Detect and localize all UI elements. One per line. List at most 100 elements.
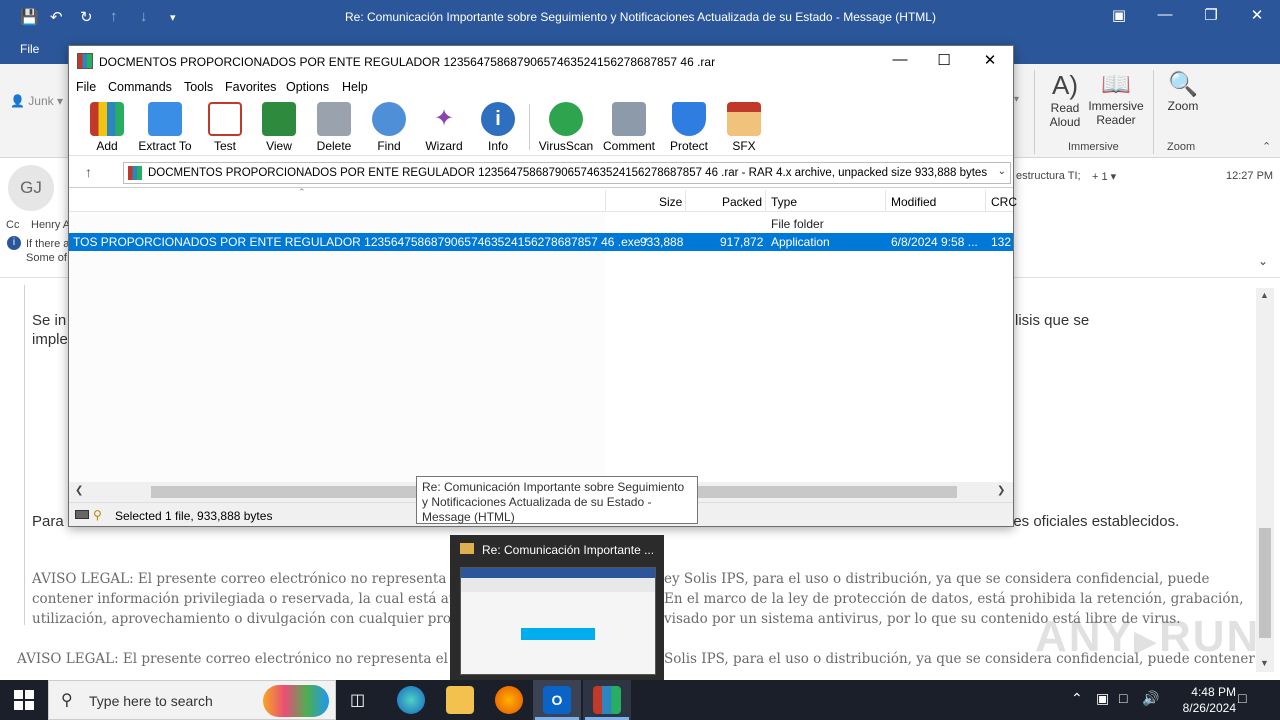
body-para2-end: les oficiales establecidos. [1010,513,1180,530]
row-name: TOS PROPORCIONADOS POR ENTE REGULADOR 12… [73,235,649,249]
restore-icon[interactable]: ❐ [1188,6,1234,24]
firefox-icon[interactable] [495,686,523,714]
undo-icon[interactable]: ↶ [50,8,63,26]
taskbar: ⚲ Type here to search ◫ O ⌃ ▣ □ 🔊 4:48 P… [0,680,1280,720]
file-list: File folder TOS PROPORCIONADOS POR ENTE … [69,212,1013,482]
notifications-icon[interactable]: □ [1238,690,1246,706]
column-size[interactable]: Size [659,195,682,209]
ribbon-display-icon[interactable]: ▣ [1096,6,1142,24]
search-icon: ⚲ [61,692,73,709]
cc-name[interactable]: Henry A [31,219,70,231]
tool-virusscan[interactable]: VirusScan [535,102,597,153]
archive-path-text: DOCMENTOS PROPORCIONADOS POR ENTE REGULA… [148,167,988,179]
winrar-icon[interactable] [593,686,621,714]
file-tab[interactable]: File [20,42,39,56]
scrollbar-thumb[interactable] [1259,528,1271,638]
archive-path-field[interactable]: DOCMENTOS PROPORCIONADOS POR ENTE REGULA… [123,162,1011,184]
preview-thumbnail[interactable] [460,567,656,675]
envelope-icon [460,543,474,554]
table-row[interactable]: File folder [69,215,1013,233]
maximize-icon[interactable]: ☐ [921,51,967,69]
chevron-down-icon[interactable]: ▾ [1014,94,1019,105]
table-row-selected[interactable]: TOS PROPORCIONADOS POR ENTE REGULADOR 12… [69,233,1013,251]
column-packed[interactable]: Packed [722,195,762,209]
up-folder-icon[interactable]: ↑ [85,164,92,180]
menu-file[interactable]: File [76,80,96,94]
body-para1-end: lisis que se [1015,312,1090,329]
bug-icon [549,102,583,136]
taskbar-search-box[interactable]: ⚲ Type here to search [48,680,336,720]
scroll-left-icon[interactable]: ❮ [75,485,83,496]
tool-comment[interactable]: Comment [598,102,660,153]
window-tooltip: Re: Comunicación Importante sobre Seguim… [416,476,698,524]
file-explorer-icon[interactable] [446,686,474,714]
taskbar-clock[interactable]: 4:48 PM 8/26/2024 [1183,684,1236,716]
zoom-button[interactable]: 🔍 Zoom [1160,70,1206,113]
sort-up-icon: ⌃ [298,187,306,197]
close-icon[interactable]: ✕ [1234,6,1280,24]
menu-options[interactable]: Options [286,80,329,94]
tray-device-icon[interactable]: ▣ [1096,690,1109,707]
scroll-down-icon[interactable]: ▼ [1260,658,1269,668]
column-crc[interactable]: CRC [991,195,1017,209]
comment-icon [612,102,646,136]
tool-delete[interactable]: Delete [303,102,365,153]
down-arrow-icon[interactable]: ↓ [140,8,148,25]
menu-tools[interactable]: Tools [184,80,213,94]
task-view-icon[interactable]: ◫ [350,690,365,710]
column-modified[interactable]: Modified [891,195,936,209]
read-aloud-button[interactable]: A) Read Aloud [1040,70,1090,129]
row-modified: 6/8/2024 9:58 ... [891,235,978,249]
immersive-reader-label-2: Reader [1096,113,1136,127]
scroll-up-icon[interactable]: ▲ [1260,290,1269,300]
tool-find[interactable]: Find [358,102,420,153]
expand-header-icon[interactable]: ⌄ [1258,254,1268,268]
up-arrow-icon[interactable]: ↑ [110,8,118,25]
minimize-icon[interactable]: — [1142,6,1188,23]
recipients-tail: estructura TI; [1016,170,1081,182]
close-icon[interactable]: ✕ [967,51,1013,69]
taskbar-preview[interactable]: Re: Comunicación Importante ... [450,535,664,680]
tool-view[interactable]: View [248,102,310,153]
tool-test-label: Test [213,139,236,153]
scroll-right-icon[interactable]: ❯ [997,485,1005,496]
toolbar-divider [529,104,530,150]
collapse-ribbon-icon[interactable]: ⌃ [1262,140,1271,153]
volume-icon[interactable]: 🔊 [1142,690,1159,707]
legal-4a: AVISO LEGAL: El presente correo electrón… [17,651,460,667]
customize-qat-icon[interactable]: ▾ [170,11,176,24]
tool-test[interactable]: Test [194,102,256,153]
tool-extract-to[interactable]: Extract To [134,102,196,153]
legal-2b: En el marco de la ley de protección de d… [664,591,1244,607]
winrar-toolbar: Add Extract To Test View Delete Find ✦ W… [69,98,1013,156]
tray-chevron-icon[interactable]: ⌃ [1071,690,1083,707]
windows-start-icon[interactable] [14,690,34,710]
network-icon[interactable]: □ [1119,690,1127,706]
recipients-more[interactable]: + 1 ▾ [1092,170,1116,183]
column-divider [885,190,886,212]
menu-favorites[interactable]: Favorites [225,80,276,94]
row-crc: 132 [991,235,1012,249]
tool-add[interactable]: Add [76,102,138,153]
redo-icon[interactable]: ↻ [80,8,93,26]
thumb-titlebar [461,568,655,578]
outlook-icon[interactable]: O [543,686,571,714]
tool-info[interactable]: i Info [467,102,529,153]
zoom-group-label: Zoom [1167,141,1196,153]
immersive-reader-button[interactable]: 📖 Immersive Reader [1088,70,1144,127]
tool-sfx[interactable]: SFX [713,102,775,153]
junk-button[interactable]: 👤 Junk ▾ [10,94,63,108]
thumb-ribbon [461,578,655,592]
tool-wizard[interactable]: ✦ Wizard [413,102,475,153]
tool-protect[interactable]: Protect [658,102,720,153]
menu-commands[interactable]: Commands [108,80,172,94]
drive-icon [75,510,89,519]
chevron-down-icon[interactable]: ⌄ [998,166,1006,177]
edge-icon[interactable] [397,686,425,714]
name-column-area [69,212,605,482]
menu-help[interactable]: Help [342,80,368,94]
column-type[interactable]: Type [771,195,797,209]
save-icon[interactable]: 💾 [20,8,39,26]
minimize-icon[interactable]: — [877,51,923,68]
winrar-titlebar: DOCMENTOS PROPORCIONADOS POR ENTE REGULA… [69,46,1013,76]
